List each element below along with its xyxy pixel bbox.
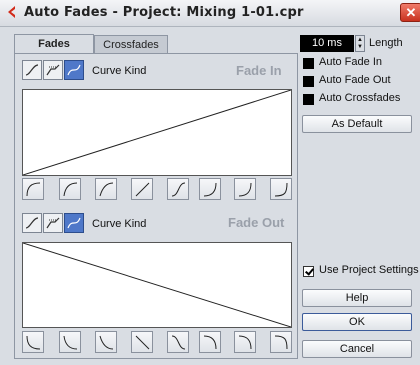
auto-fade-in-label: Auto Fade In [319, 56, 382, 68]
concave-curve-icon [203, 182, 217, 197]
window-title: Auto Fades - Project: Mixing 1-01.cpr [24, 5, 304, 20]
concave-curve-icon [99, 335, 114, 350]
linear-curve-kind-button[interactable] [64, 213, 84, 233]
concave-curve-icon [238, 182, 252, 197]
fade-in-curve [22, 89, 292, 176]
close-button[interactable]: ✕ [400, 3, 420, 22]
length-field[interactable]: 10 ms [300, 35, 354, 52]
convex-curve-icon [238, 335, 252, 350]
linear-curve-kind-button[interactable] [64, 60, 84, 80]
spin-down-icon[interactable]: ▼ [357, 44, 363, 51]
length-spinner[interactable]: ▲ ▼ [355, 35, 365, 52]
convex-curve-icon [26, 182, 41, 197]
concave-curve-icon [26, 335, 41, 350]
fade-in-preset-concave-1[interactable] [199, 178, 221, 200]
fade-out-preset-concave-2[interactable] [59, 331, 81, 353]
fade-out-curve-editor[interactable] [22, 242, 292, 328]
spline-curve-icon [25, 64, 39, 76]
fade-in-preset-concave-3[interactable] [270, 178, 292, 200]
concave-curve-icon [274, 182, 288, 197]
fade-out-preset-concave-1[interactable] [22, 331, 44, 353]
title-bar[interactable]: Auto Fades - Project: Mixing 1-01.cpr ✕ [0, 0, 420, 27]
auto-crossfades-label: Auto Crossfades [319, 92, 401, 104]
s-curve-icon [171, 335, 186, 350]
help-button[interactable]: Help [302, 289, 412, 307]
auto-fade-in-checkbox[interactable] [303, 58, 314, 69]
convex-curve-icon [63, 182, 78, 197]
tab-fades[interactable]: Fades [14, 34, 94, 54]
cancel-button[interactable]: Cancel [302, 340, 412, 358]
s-curve-icon [171, 182, 186, 197]
fade-out-curve [22, 242, 292, 328]
use-project-settings-checkbox[interactable] [303, 266, 314, 277]
as-default-button[interactable]: As Default [302, 115, 412, 133]
ok-button[interactable]: OK [302, 313, 412, 331]
fade-in-curve-editor[interactable] [22, 89, 292, 176]
concave-curve-icon [63, 335, 78, 350]
linear-curve-icon [135, 182, 150, 197]
fade-in-preset-convex-2[interactable] [59, 178, 81, 200]
fade-out-preset-convex-1[interactable] [199, 331, 221, 353]
spin-up-icon[interactable]: ▲ [357, 37, 363, 44]
auto-fade-out-checkbox[interactable] [303, 76, 314, 87]
linear-curve-icon [135, 335, 150, 350]
convex-curve-icon [274, 335, 288, 350]
fade-out-preset-s-curve[interactable] [167, 331, 189, 353]
spline-curve-kind-button[interactable] [22, 213, 42, 233]
tab-crossfades[interactable]: Crossfades [94, 35, 168, 54]
fade-in-preset-concave-2[interactable] [234, 178, 256, 200]
fade-in-preset-linear[interactable] [131, 178, 153, 200]
fade-out-preset-linear[interactable] [131, 331, 153, 353]
use-project-settings-label: Use Project Settings [319, 264, 419, 276]
fade-in-curve-kind-label: Curve Kind [92, 65, 147, 77]
auto-fades-dialog: Auto Fades - Project: Mixing 1-01.cpr ✕ … [0, 0, 420, 365]
spline-curve-icon [25, 217, 39, 229]
convex-curve-icon [203, 335, 217, 350]
length-label: Length [369, 37, 403, 49]
damped-spline-curve-icon [46, 217, 60, 229]
spline-curve-kind-button[interactable] [22, 60, 42, 80]
fade-in-preset-s-curve[interactable] [167, 178, 189, 200]
fade-in-title: Fade In [236, 63, 282, 78]
auto-fade-out-label: Auto Fade Out [319, 74, 391, 86]
fade-in-preset-convex-1[interactable] [22, 178, 44, 200]
cubase-app-icon [8, 6, 15, 18]
damped-spline-curve-icon [46, 64, 60, 76]
auto-crossfades-checkbox[interactable] [303, 94, 314, 105]
convex-curve-icon [99, 182, 114, 197]
linear-curve-icon [67, 64, 81, 76]
fade-out-curve-kind-label: Curve Kind [92, 218, 147, 230]
damped-spline-curve-kind-button[interactable] [43, 60, 63, 80]
fade-out-preset-convex-3[interactable] [270, 331, 292, 353]
fade-out-title: Fade Out [228, 215, 285, 230]
linear-curve-icon [67, 217, 81, 229]
fade-in-preset-convex-3[interactable] [95, 178, 117, 200]
fade-out-preset-convex-2[interactable] [234, 331, 256, 353]
damped-spline-curve-kind-button[interactable] [43, 213, 63, 233]
fade-out-preset-concave-3[interactable] [95, 331, 117, 353]
